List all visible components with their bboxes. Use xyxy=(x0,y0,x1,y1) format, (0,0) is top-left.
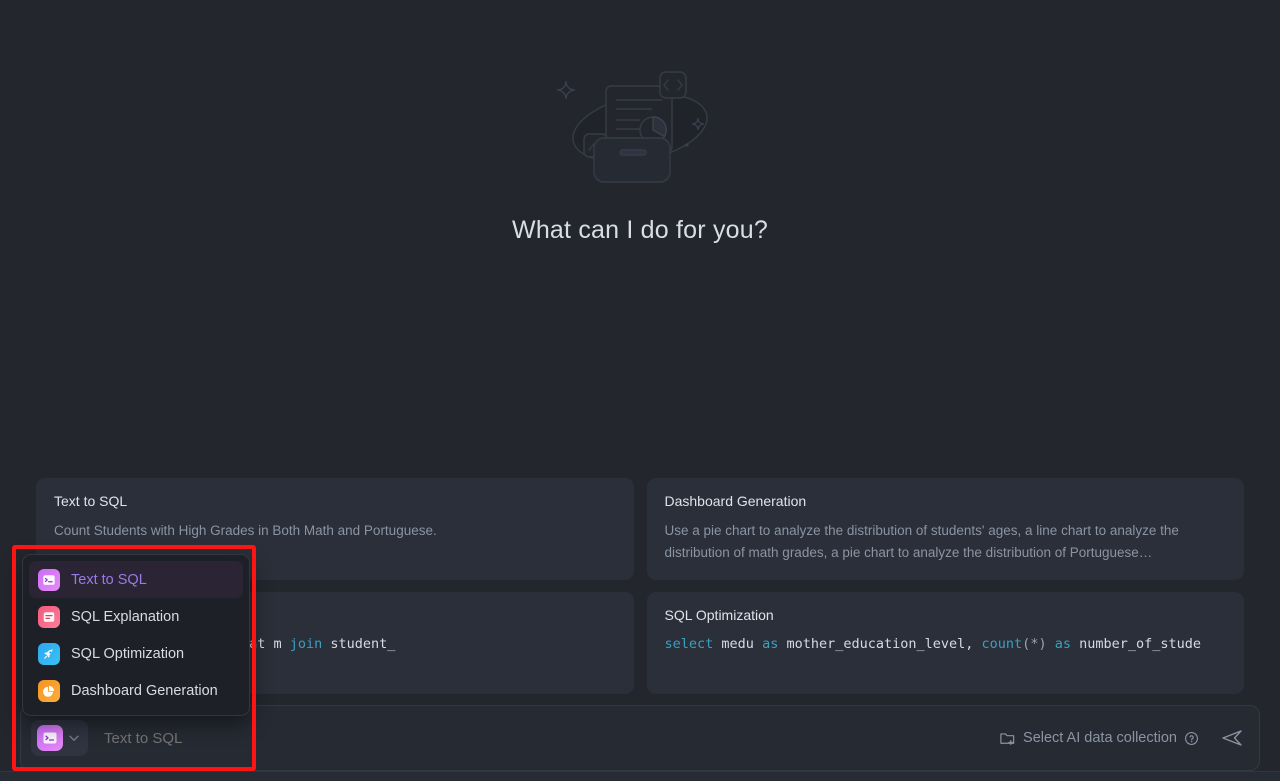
hero-section: What can I do for you? xyxy=(0,0,1280,300)
sql-fragment: select medu as mother_education_level, c… xyxy=(665,636,1202,652)
menu-item-sql-explanation[interactable]: SQL Explanation xyxy=(29,598,243,635)
suggestion-card-sql-optimization[interactable]: SQL Optimization select medu as mother_e… xyxy=(647,592,1245,694)
ai-chat-home: What can I do for you? Text to SQL Count… xyxy=(0,0,1280,781)
mode-selector-menu: Text to SQL SQL Explanation SQL Opti xyxy=(22,554,250,716)
card-description: Count Students with High Grades in Both … xyxy=(54,520,616,542)
menu-item-dashboard-generation[interactable]: Dashboard Generation xyxy=(29,672,243,709)
folder-add-icon xyxy=(999,730,1016,747)
bottom-strip xyxy=(0,771,1280,781)
menu-item-text-to-sql[interactable]: Text to SQL xyxy=(29,561,243,598)
data-report-illustration xyxy=(550,62,730,188)
send-icon xyxy=(1219,725,1245,751)
card-sql-snippet: select medu as mother_education_level, c… xyxy=(665,634,1227,654)
card-description: Use a pie chart to analyze the distribut… xyxy=(665,520,1227,564)
card-title: SQL Optimization xyxy=(665,607,1227,623)
menu-item-label: SQL Optimization xyxy=(71,646,184,662)
ai-data-collection-label: Select AI data collection xyxy=(1023,730,1177,746)
composer-actions: Select AI data collection xyxy=(999,725,1245,751)
menu-item-label: Dashboard Generation xyxy=(71,683,218,699)
prompt-input[interactable] xyxy=(88,730,999,747)
send-button[interactable] xyxy=(1219,725,1245,751)
card-title: Dashboard Generation xyxy=(665,493,1227,509)
menu-item-label: Text to SQL xyxy=(71,572,147,588)
mode-selector-button[interactable] xyxy=(31,720,88,756)
pie-chart-icon xyxy=(38,680,60,702)
rocket-icon xyxy=(38,643,60,665)
terminal-icon xyxy=(38,569,60,591)
document-lines-icon xyxy=(38,606,60,628)
card-title: Text to SQL xyxy=(54,493,616,509)
chevron-down-icon xyxy=(66,730,82,746)
suggestion-card-dashboard-generation[interactable]: Dashboard Generation Use a pie chart to … xyxy=(647,478,1245,580)
menu-item-sql-optimization[interactable]: SQL Optimization xyxy=(29,635,243,672)
select-ai-data-collection-button[interactable]: Select AI data collection xyxy=(999,730,1199,747)
menu-item-label: SQL Explanation xyxy=(71,609,179,625)
page-title: What can I do for you? xyxy=(512,216,768,245)
terminal-icon xyxy=(37,725,63,751)
question-circle-icon[interactable] xyxy=(1184,731,1199,746)
